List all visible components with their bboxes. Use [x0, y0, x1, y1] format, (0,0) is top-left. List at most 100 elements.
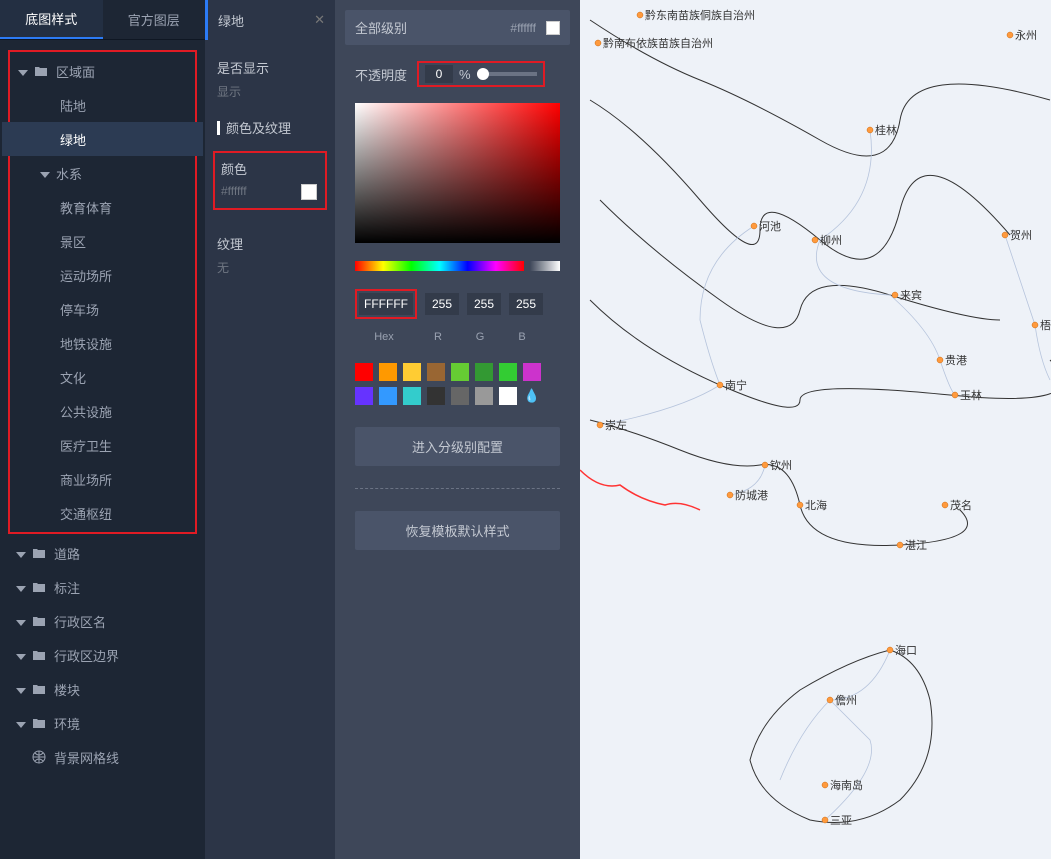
eyedropper-icon[interactable]: 💧 — [523, 387, 541, 405]
city-labels: 黔东南苗族侗族自治州黔南布依族苗族自治州永州桂林河池柳州贺州来宾梧州贵港南宁玉林… — [595, 8, 1051, 827]
tree-label: 公共设施 — [60, 402, 112, 421]
all-levels-row[interactable]: 全部级别 #ffffff — [345, 10, 570, 45]
show-header: 是否显示 — [205, 40, 335, 83]
caret-down-icon — [16, 582, 26, 592]
preset-swatch[interactable] — [451, 363, 469, 381]
hex-rgb-row — [345, 289, 570, 319]
tree-label: 景区 — [60, 232, 86, 251]
tree-item-admin-boundary[interactable]: 行政区边界 — [0, 638, 205, 672]
color-gradient-area[interactable] — [355, 103, 560, 243]
all-levels-label: 全部级别 — [355, 18, 407, 37]
caret-down-icon — [16, 718, 26, 728]
tree-item-subway[interactable]: 地铁设施 — [2, 326, 203, 360]
city-label: 海口 — [895, 643, 917, 657]
hex-highlighted — [355, 289, 417, 319]
folder-icon — [34, 64, 48, 78]
b-label: B — [505, 331, 539, 343]
city-dot — [827, 697, 833, 703]
tree-item-bggrid[interactable]: 背景网格线 — [0, 740, 205, 774]
city-label: 北海 — [805, 498, 827, 512]
color-label: 颜色 — [221, 159, 319, 178]
tree-item-green[interactable]: 绿地 — [2, 122, 203, 156]
tree-label: 绿地 — [60, 130, 86, 149]
level-config-button[interactable]: 进入分级别配置 — [355, 427, 560, 466]
opacity-slider[interactable] — [477, 72, 537, 76]
alpha-slider[interactable] — [530, 261, 560, 271]
tab-official-layers[interactable]: 官方图层 — [103, 0, 206, 39]
city-dot — [597, 422, 603, 428]
city-label: 黔东南苗族侗族自治州 — [645, 8, 755, 22]
opacity-label: 不透明度 — [355, 65, 407, 84]
texture-value[interactable]: 无 — [205, 259, 335, 276]
divider-bar — [217, 121, 220, 135]
tree-item-edu[interactable]: 教育体育 — [2, 190, 203, 224]
tree-item-public[interactable]: 公共设施 — [2, 394, 203, 428]
preset-swatch[interactable] — [475, 363, 493, 381]
sidebar-tabs: 底图样式 官方图层 — [0, 0, 205, 40]
tree-item-area[interactable]: 区域面 — [2, 54, 203, 88]
r-label: R — [421, 331, 455, 343]
tree-item-parking[interactable]: 停车场 — [2, 292, 203, 326]
tree-label: 区域面 — [56, 62, 95, 81]
tree-item-scenic[interactable]: 景区 — [2, 224, 203, 258]
close-icon[interactable]: ✕ — [314, 12, 325, 28]
city-dot — [727, 492, 733, 498]
tree-item-culture[interactable]: 文化 — [2, 360, 203, 394]
opacity-input[interactable] — [425, 65, 453, 83]
color-row-highlighted[interactable]: 颜色 #ffffff — [213, 151, 327, 210]
tree-item-medical[interactable]: 医疗卫生 — [2, 428, 203, 462]
city-dot — [717, 382, 723, 388]
tree-item-env[interactable]: 环境 — [0, 706, 205, 740]
tree-label: 交通枢纽 — [60, 504, 112, 523]
highlighted-group: 区域面 陆地 绿地 水系 教育体育 景区 运动场所 停车场 地铁设施 文化 公共… — [8, 50, 197, 534]
city-label: 防城港 — [735, 488, 768, 502]
hue-slider[interactable] — [355, 261, 524, 271]
tree-item-building[interactable]: 楼块 — [0, 672, 205, 706]
tree-item-label[interactable]: 标注 — [0, 570, 205, 604]
color-swatch[interactable] — [301, 184, 317, 200]
preset-swatch[interactable] — [451, 387, 469, 405]
tree-item-water[interactable]: 水系 — [2, 156, 203, 190]
city-label: 三亚 — [830, 815, 852, 827]
tree-label: 运动场所 — [60, 266, 112, 285]
preset-swatch[interactable] — [403, 387, 421, 405]
map-viewport[interactable]: 黔东南苗族侗族自治州黔南布依族苗族自治州永州桂林河池柳州贺州来宾梧州贵港南宁玉林… — [580, 0, 1051, 859]
preset-swatch[interactable] — [379, 363, 397, 381]
hex-labels: Hex R G B — [345, 329, 570, 345]
preset-swatch[interactable] — [427, 363, 445, 381]
preset-swatch[interactable] — [379, 387, 397, 405]
preset-swatch[interactable] — [523, 363, 541, 381]
reset-style-button[interactable]: 恢复模板默认样式 — [355, 511, 560, 550]
tree-item-admin-name[interactable]: 行政区名 — [0, 604, 205, 638]
city-label: 玉林 — [960, 388, 982, 402]
opacity-highlighted: % — [417, 61, 545, 87]
tree-item-commercial[interactable]: 商业场所 — [2, 462, 203, 496]
b-input[interactable] — [509, 293, 543, 315]
tree-label: 标注 — [54, 578, 80, 597]
tree-item-sport[interactable]: 运动场所 — [2, 258, 203, 292]
city-dot — [892, 292, 898, 298]
city-label: 贵港 — [945, 354, 967, 367]
tree-item-road[interactable]: 道路 — [0, 536, 205, 570]
hex-input[interactable] — [359, 293, 413, 315]
preset-swatch[interactable] — [403, 363, 421, 381]
r-input[interactable] — [425, 293, 459, 315]
preset-swatch[interactable] — [355, 363, 373, 381]
folder-icon — [32, 682, 46, 696]
preset-swatch[interactable] — [499, 387, 517, 405]
g-input[interactable] — [467, 293, 501, 315]
city-dot — [942, 502, 948, 508]
preset-swatch[interactable] — [499, 363, 517, 381]
tab-basemap-style[interactable]: 底图样式 — [0, 0, 103, 39]
preset-colors: 💧 — [345, 355, 570, 413]
tree-label: 医疗卫生 — [60, 436, 112, 455]
tree-item-transport[interactable]: 交通枢纽 — [2, 496, 203, 530]
city-label: 黔南布依族苗族自治州 — [603, 36, 713, 50]
all-levels-hex: #ffffff — [510, 21, 536, 35]
preset-swatch[interactable] — [427, 387, 445, 405]
city-label: 来宾 — [900, 288, 922, 302]
preset-swatch[interactable] — [355, 387, 373, 405]
preset-swatch[interactable] — [475, 387, 493, 405]
tree-item-land[interactable]: 陆地 — [2, 88, 203, 122]
show-value[interactable]: 显示 — [205, 83, 335, 100]
